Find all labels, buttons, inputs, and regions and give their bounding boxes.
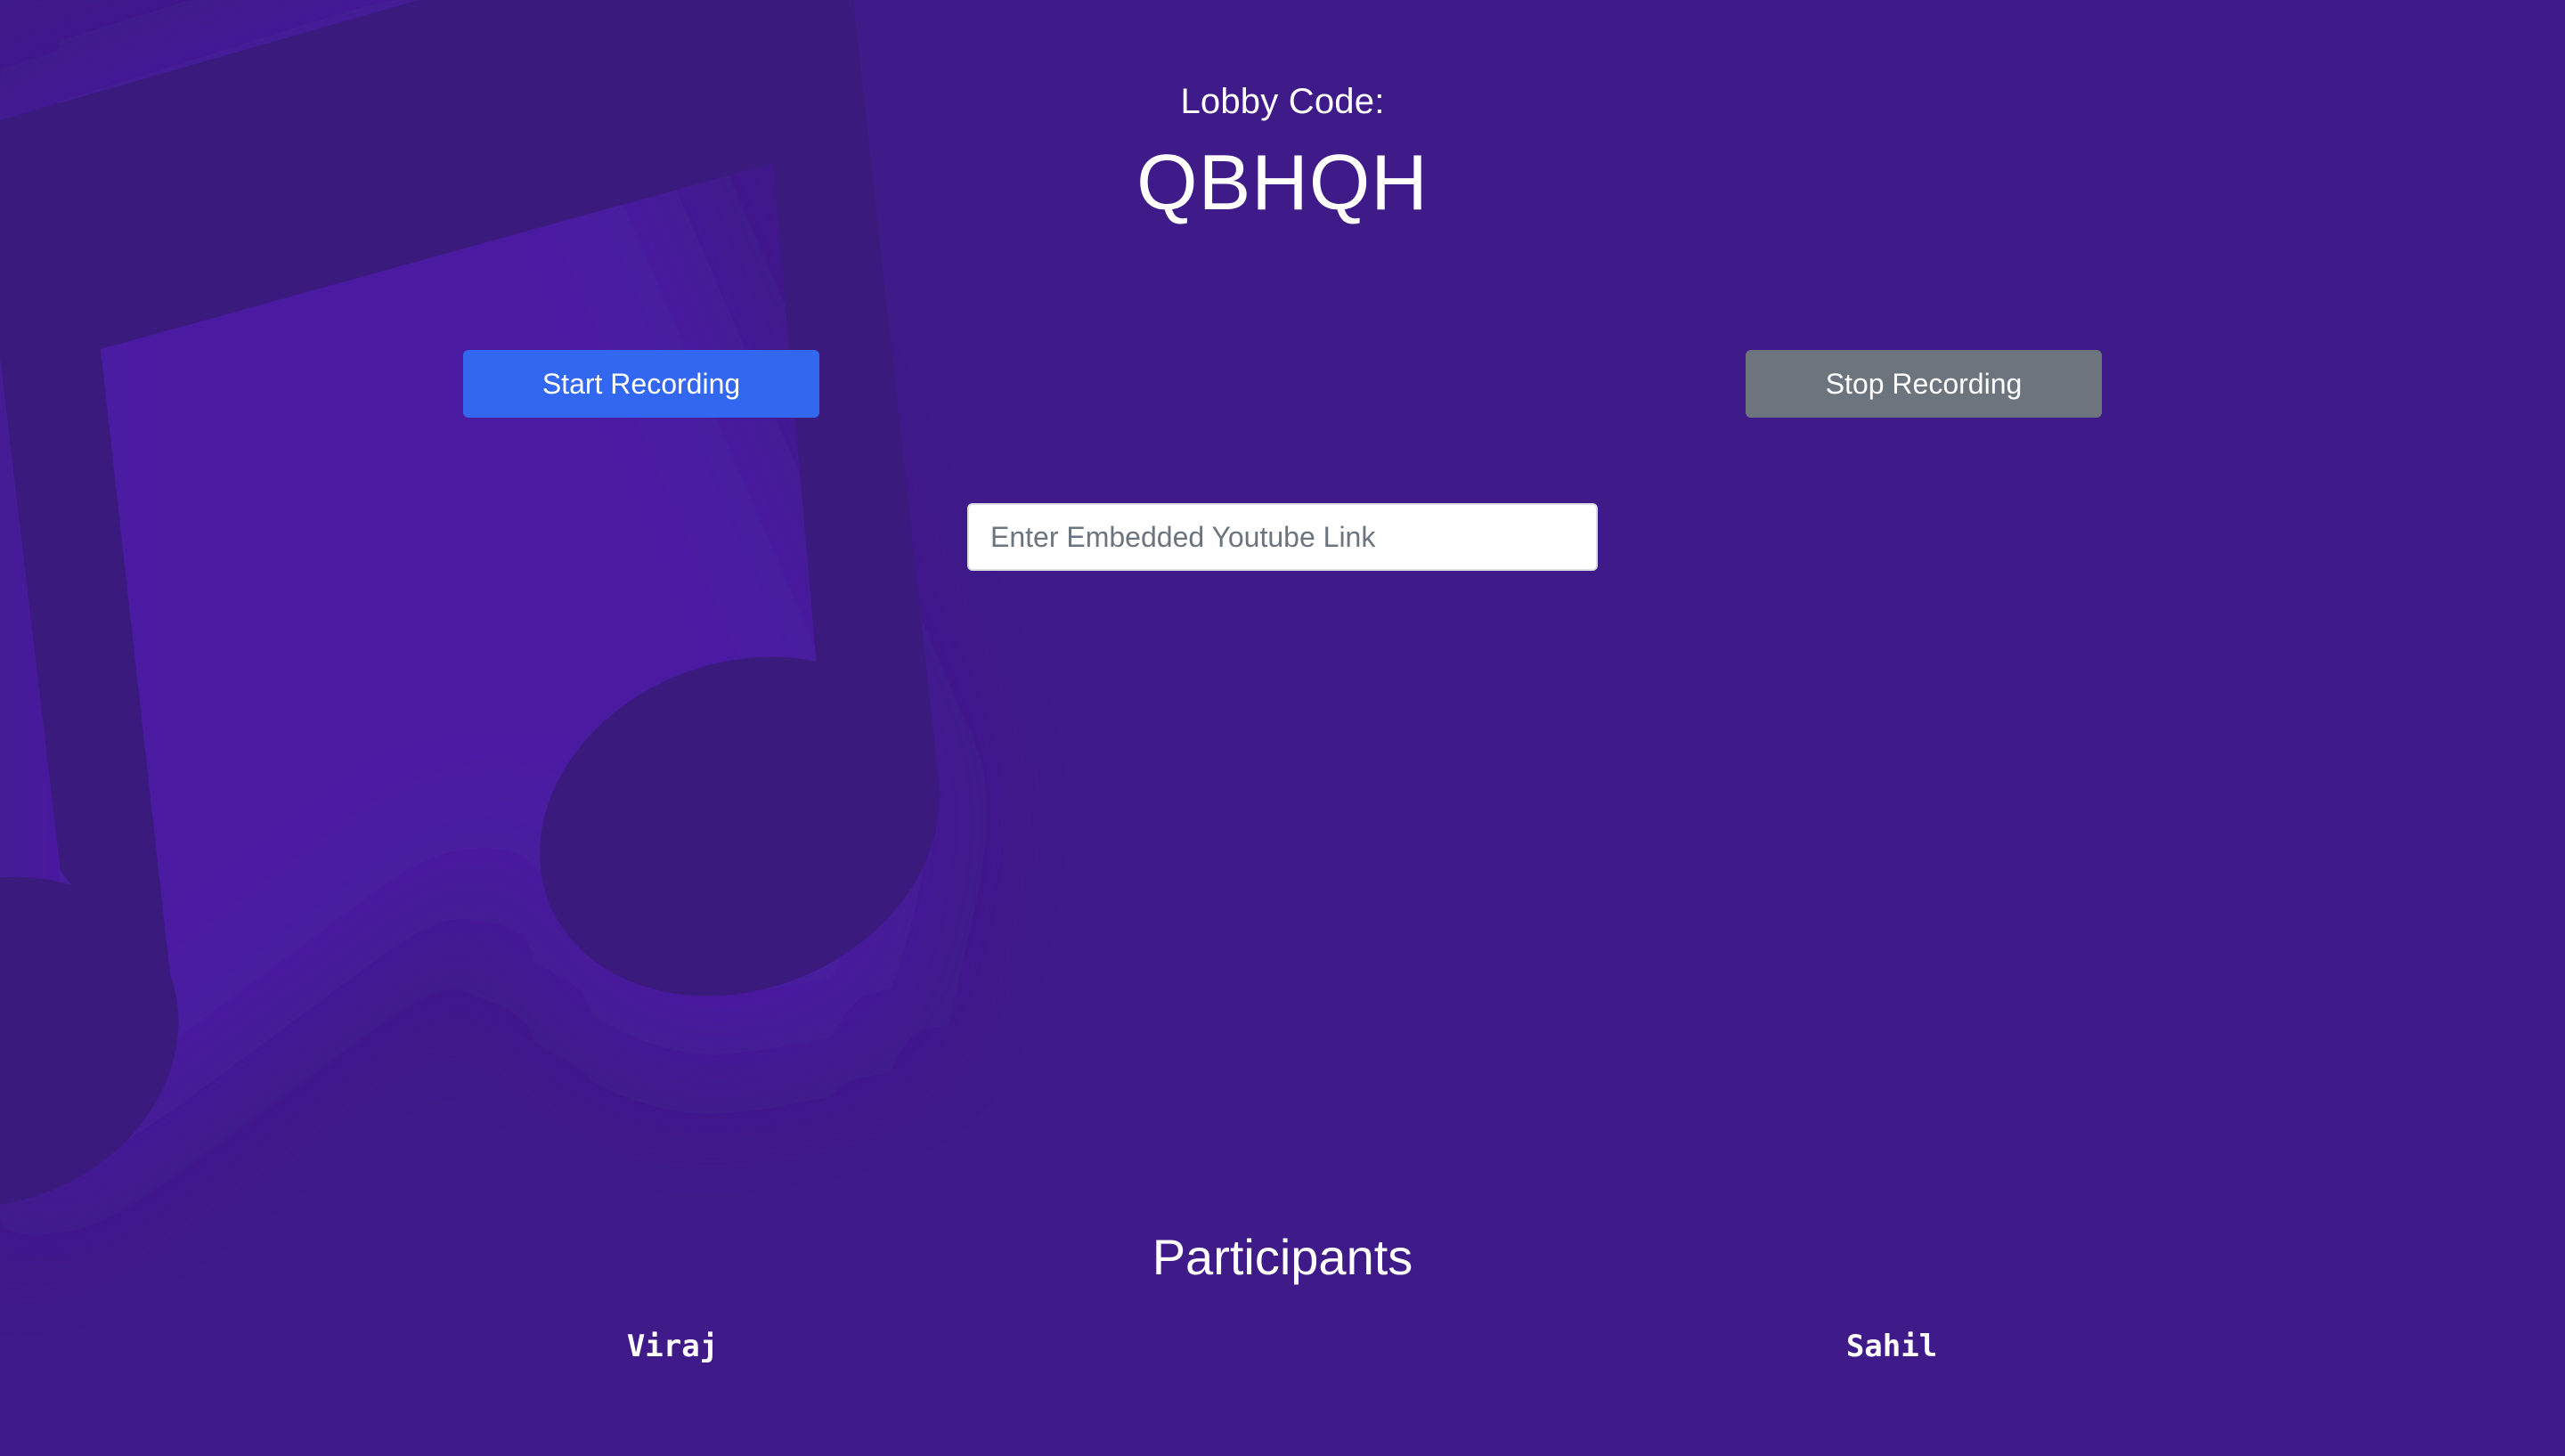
stop-recording-button[interactable]: Stop Recording: [1746, 350, 2102, 418]
participant-name: Sahil: [1845, 1329, 1938, 1364]
youtube-link-input[interactable]: [967, 503, 1598, 571]
lobby-code-value: QBHQH: [1136, 138, 1429, 226]
participants-heading: Participants: [1152, 1229, 1413, 1285]
start-recording-button[interactable]: Start Recording: [463, 350, 819, 418]
participant-name: Viraj: [626, 1329, 719, 1364]
lobby-code-label: Lobby Code:: [1180, 82, 1385, 121]
